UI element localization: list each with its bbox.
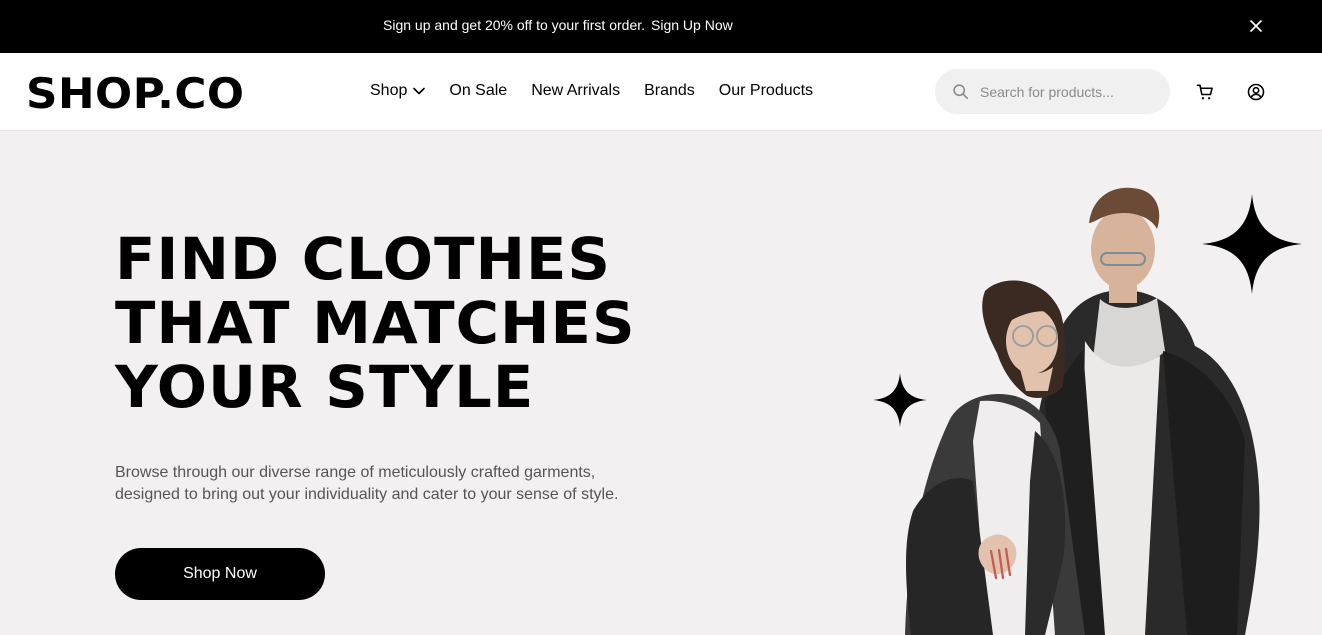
search-bar[interactable] bbox=[935, 69, 1170, 114]
search-icon bbox=[953, 84, 969, 100]
close-icon-svg bbox=[1250, 20, 1262, 32]
promo-content: Sign up and get 20% off to your first or… bbox=[383, 17, 733, 33]
nav-shop-label: Shop bbox=[370, 82, 408, 99]
close-icon[interactable] bbox=[1246, 16, 1266, 36]
promo-bar: Sign up and get 20% off to your first or… bbox=[0, 0, 1322, 53]
nav-item-brands[interactable]: Brands bbox=[644, 82, 695, 100]
main-nav: Shop On Sale New Arrivals Brands Our Pro… bbox=[370, 82, 813, 100]
hero-description: Browse through our diverse range of meti… bbox=[115, 464, 619, 503]
nav-item-new-arrivals[interactable]: New Arrivals bbox=[531, 82, 620, 100]
chevron-down-icon bbox=[413, 87, 426, 95]
nav-item-our-products[interactable]: Our Products bbox=[719, 82, 813, 100]
promo-text: Sign up and get 20% off to your first or… bbox=[383, 17, 646, 33]
nav-item-on-sale[interactable]: On Sale bbox=[449, 82, 507, 100]
hero-photo bbox=[905, 187, 1260, 635]
nav-item-shop[interactable]: Shop bbox=[370, 82, 426, 100]
hero-section: FIND CLOTHES THAT MATCHES YOUR STYLE Bro… bbox=[0, 131, 1322, 635]
site-header: SHOP.CO Shop On Sale New Arrivals Brands… bbox=[0, 53, 1322, 131]
sign-up-now-link[interactable]: Sign Up Now bbox=[651, 17, 733, 33]
account-icon[interactable] bbox=[1246, 82, 1266, 102]
site-logo[interactable]: SHOP.CO bbox=[26, 71, 245, 117]
hero-title: FIND CLOTHES THAT MATCHES YOUR STYLE bbox=[115, 225, 636, 421]
shop-now-button[interactable]: Shop Now bbox=[115, 548, 325, 600]
search-input[interactable] bbox=[980, 83, 1160, 100]
cart-icon[interactable] bbox=[1195, 82, 1215, 102]
